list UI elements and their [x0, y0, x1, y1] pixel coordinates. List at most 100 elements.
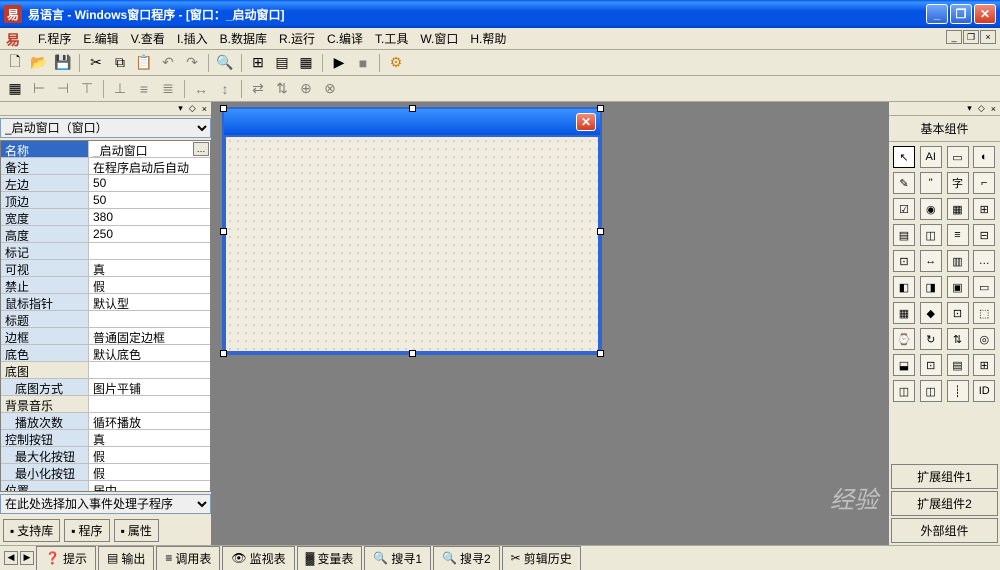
panel-pin-icon[interactable]: ◇ [976, 103, 987, 114]
property-row[interactable]: 宽度380 [1, 209, 210, 226]
component-button[interactable]: ⬚ [973, 302, 995, 324]
component-button[interactable]: ◉ [920, 198, 942, 220]
property-row[interactable]: 底色默认底色 [1, 345, 210, 362]
align-left-icon[interactable]: ⊢ [28, 78, 50, 100]
align-right-icon[interactable]: ⊤ [76, 78, 98, 100]
property-value[interactable]: 循环播放 [89, 413, 210, 429]
property-value[interactable] [89, 311, 210, 327]
cut-button[interactable]: ✂ [85, 52, 107, 74]
component-button[interactable]: 字 [947, 172, 969, 194]
property-row[interactable]: 可视真 [1, 260, 210, 277]
property-row[interactable]: 背景音乐 [1, 396, 210, 413]
property-value[interactable]: 50 [89, 192, 210, 208]
menu-item[interactable]: E.编辑 [77, 28, 124, 49]
save-button[interactable]: 💾 [52, 52, 74, 74]
resize-handle-se[interactable] [597, 350, 604, 357]
property-value[interactable]: 假 [89, 277, 210, 293]
property-value[interactable]: 默认型 [89, 294, 210, 310]
property-value[interactable]: 图片平铺 [89, 379, 210, 395]
design-window-client[interactable] [224, 135, 600, 353]
status-tab[interactable]: ✂剪辑历史 [502, 546, 581, 570]
component-button[interactable]: ⌐ [973, 172, 995, 194]
component-button[interactable]: ↔ [920, 250, 942, 272]
component-button[interactable]: ⬓ [893, 354, 915, 376]
property-row[interactable]: 标记 [1, 243, 210, 260]
property-tab-button[interactable]: ▪支持库 [3, 519, 60, 542]
tab-scroll-left[interactable]: ◀ [4, 551, 18, 565]
component-button[interactable]: ◫ [920, 380, 942, 402]
resize-handle-ne[interactable] [597, 105, 604, 112]
component-button[interactable]: ⊡ [893, 250, 915, 272]
status-tab[interactable]: 🔍搜寻2 [433, 546, 500, 570]
status-tab[interactable]: 👁监视表 [222, 546, 294, 570]
property-value[interactable] [89, 362, 210, 378]
component-button[interactable]: ⊞ [973, 354, 995, 376]
menu-item[interactable]: H.帮助 [464, 28, 512, 49]
maximize-button[interactable]: ❐ [950, 4, 972, 24]
copy-button[interactable]: ⧉ [109, 52, 131, 74]
same-height-icon[interactable]: ↕ [214, 78, 236, 100]
resize-handle-w[interactable] [220, 228, 227, 235]
property-row[interactable]: 鼠标指针默认型 [1, 294, 210, 311]
property-row[interactable]: 备注在程序启动后自动 [1, 158, 210, 175]
component-category-button[interactable]: 扩展组件2 [891, 491, 998, 516]
undo-button[interactable]: ↶ [157, 52, 179, 74]
align-bottom-icon[interactable]: ≣ [157, 78, 179, 100]
grid-icon[interactable]: ▦ [4, 78, 26, 100]
mdi-minimize-button[interactable]: _ [946, 30, 962, 44]
component-button[interactable]: ↻ [920, 328, 942, 350]
design-window[interactable]: ✕ [222, 107, 602, 355]
component-button[interactable]: ▣ [947, 276, 969, 298]
center-v-icon[interactable]: ⊗ [319, 78, 341, 100]
module-icon[interactable]: ▤ [271, 52, 293, 74]
status-tab[interactable]: ▓变量表 [297, 546, 363, 570]
align-middle-icon[interactable]: ≡ [133, 78, 155, 100]
component-button[interactable]: ◨ [920, 276, 942, 298]
component-button[interactable]: ◎ [973, 328, 995, 350]
property-row[interactable]: 高度250 [1, 226, 210, 243]
property-value[interactable]: _启动窗口… [89, 141, 210, 157]
tab-scroll-right[interactable]: ▶ [20, 551, 34, 565]
component-button[interactable]: ▤ [947, 354, 969, 376]
menu-item[interactable]: I.插入 [171, 28, 214, 49]
find-button[interactable]: 🔍 [214, 52, 236, 74]
component-button[interactable]: ⊟ [973, 224, 995, 246]
minimize-button[interactable]: _ [926, 4, 948, 24]
property-row[interactable]: 顶边50 [1, 192, 210, 209]
run-button[interactable]: ▶ [328, 52, 350, 74]
component-tab-label[interactable]: 基本组件 [889, 116, 1000, 142]
new-button[interactable]: 🗋 [4, 52, 26, 74]
menu-item[interactable]: F.程序 [32, 28, 77, 49]
component-button[interactable]: ≡ [947, 224, 969, 246]
same-width-icon[interactable]: ↔ [190, 78, 212, 100]
menu-item[interactable]: V.查看 [125, 28, 171, 49]
hspace-icon[interactable]: ⇄ [247, 78, 269, 100]
property-value[interactable]: 真 [89, 430, 210, 446]
resize-handle-n[interactable] [409, 105, 416, 112]
window-icon[interactable]: ⊞ [247, 52, 269, 74]
menu-item[interactable]: R.运行 [273, 28, 321, 49]
panel-menu-icon[interactable]: ▾ [965, 103, 974, 114]
code-icon[interactable]: ▦ [295, 52, 317, 74]
property-value[interactable]: 真 [89, 260, 210, 276]
panel-close-icon[interactable]: × [989, 104, 998, 114]
component-category-button[interactable]: 外部组件 [891, 518, 998, 543]
property-value[interactable]: 假 [89, 464, 210, 480]
component-button[interactable]: ◫ [893, 380, 915, 402]
vspace-icon[interactable]: ⇅ [271, 78, 293, 100]
property-row[interactable]: 最小化按钮假 [1, 464, 210, 481]
paste-button[interactable]: 📋 [133, 52, 155, 74]
center-h-icon[interactable]: ⊕ [295, 78, 317, 100]
component-button[interactable]: ☑ [893, 198, 915, 220]
design-close-button[interactable]: ✕ [576, 113, 596, 131]
panel-close-icon[interactable]: × [200, 104, 209, 114]
property-row[interactable]: 名称_启动窗口… [1, 141, 210, 158]
component-button[interactable]: ▦ [893, 302, 915, 324]
resize-handle-e[interactable] [597, 228, 604, 235]
property-value[interactable]: 380 [89, 209, 210, 225]
property-row[interactable]: 标题 [1, 311, 210, 328]
property-row[interactable]: 位置居中 [1, 481, 210, 492]
resize-handle-s[interactable] [409, 350, 416, 357]
property-row[interactable]: 底图 [1, 362, 210, 379]
menu-item[interactable]: C.编译 [321, 28, 369, 49]
